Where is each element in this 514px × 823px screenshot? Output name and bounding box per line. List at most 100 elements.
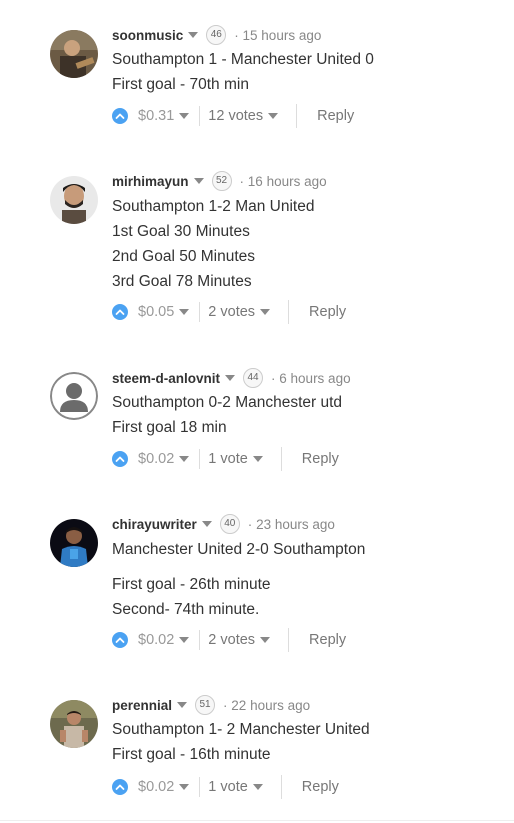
reputation-badge: 51 xyxy=(195,695,216,715)
photo-avatar-icon xyxy=(50,30,98,78)
author-name[interactable]: steem-d-anlovnit xyxy=(112,371,220,386)
chevron-down-icon[interactable] xyxy=(225,375,236,381)
timestamp[interactable]: · 22 hours ago xyxy=(223,698,310,713)
time-text: 16 hours ago xyxy=(247,173,327,189)
comment-line: 1st Goal 30 Minutes xyxy=(112,223,250,240)
upvote-chevron-icon xyxy=(115,456,125,462)
reply-button[interactable]: Reply xyxy=(309,632,346,648)
timestamp[interactable]: · 15 hours ago xyxy=(234,28,321,43)
chevron-down-icon[interactable] xyxy=(179,637,190,643)
comment-line: Southampton 1-2 Man United xyxy=(112,198,315,215)
reputation-badge: 46 xyxy=(206,25,227,45)
reputation-badge: 40 xyxy=(219,514,240,534)
comment-line: Southampton 1 - Manchester United 0 xyxy=(112,51,374,68)
votes-count[interactable]: 1 vote xyxy=(208,451,248,467)
payout-value[interactable]: $0.02 xyxy=(138,632,174,648)
timestamp[interactable]: · 6 hours ago xyxy=(271,371,351,386)
avatar[interactable] xyxy=(50,30,98,78)
upvote-chevron-icon xyxy=(115,309,125,315)
chevron-down-icon[interactable] xyxy=(179,113,190,119)
avatar[interactable] xyxy=(50,176,98,224)
chevron-down-icon[interactable] xyxy=(193,178,204,184)
photo-avatar-icon xyxy=(50,176,98,224)
reply-button[interactable]: Reply xyxy=(317,108,354,124)
time-text: 22 hours ago xyxy=(231,697,311,713)
divider xyxy=(199,777,201,797)
author-name[interactable]: mirhimayun xyxy=(112,174,189,189)
comment-line: Second- 74th minute. xyxy=(112,601,260,618)
divider xyxy=(288,300,290,324)
time-text: 23 hours ago xyxy=(256,516,335,532)
author-name[interactable]: perennial xyxy=(112,698,172,713)
reply-button[interactable]: Reply xyxy=(309,304,346,320)
payout-value[interactable]: $0.31 xyxy=(138,108,174,124)
payout-value[interactable]: $0.05 xyxy=(138,304,174,320)
upvote-button[interactable] xyxy=(112,108,128,124)
photo-avatar-icon xyxy=(50,519,98,567)
reply-button[interactable]: Reply xyxy=(302,451,339,467)
chevron-down-icon[interactable] xyxy=(188,32,199,38)
comment-footer: $0.02 1 vote Reply xyxy=(112,775,339,799)
comment-line: Southampton 1- 2 Manchester United xyxy=(112,721,370,738)
comment-line: First goal 18 min xyxy=(112,419,227,436)
chevron-down-icon[interactable] xyxy=(252,456,263,462)
chevron-down-icon[interactable] xyxy=(268,113,279,119)
upvote-chevron-icon xyxy=(115,113,125,119)
chevron-down-icon[interactable] xyxy=(179,784,190,790)
upvote-button[interactable] xyxy=(112,779,128,795)
timestamp[interactable]: · 16 hours ago xyxy=(240,174,327,189)
dot-separator: · xyxy=(223,697,228,713)
comment-header: steem-d-anlovnit 44 · 6 hours ago xyxy=(112,368,351,388)
divider xyxy=(199,302,201,322)
chevron-down-icon[interactable] xyxy=(179,456,190,462)
divider xyxy=(199,449,201,469)
comment-header: soonmusic 46 · 15 hours ago xyxy=(112,25,321,45)
reputation-badge: 44 xyxy=(243,368,264,388)
avatar[interactable] xyxy=(50,519,98,567)
chevron-down-icon[interactable] xyxy=(201,521,212,527)
photo-avatar-icon xyxy=(50,700,98,748)
votes-count[interactable]: 2 votes xyxy=(208,304,255,320)
divider xyxy=(199,630,201,650)
divider xyxy=(288,628,290,652)
divider xyxy=(0,820,514,821)
divider xyxy=(199,106,201,126)
chevron-down-icon[interactable] xyxy=(177,702,188,708)
upvote-button[interactable] xyxy=(112,632,128,648)
chevron-down-icon[interactable] xyxy=(252,784,263,790)
votes-count[interactable]: 2 votes xyxy=(208,632,255,648)
comment-header: mirhimayun 52 · 16 hours ago xyxy=(112,171,327,191)
comment-footer: $0.02 2 votes Reply xyxy=(112,628,346,652)
upvote-chevron-icon xyxy=(115,784,125,790)
comment-line: Manchester United 2-0 Southampton xyxy=(112,541,366,558)
votes-count[interactable]: 12 votes xyxy=(208,108,263,124)
divider xyxy=(280,447,282,471)
chevron-down-icon[interactable] xyxy=(260,637,271,643)
reputation-badge: 52 xyxy=(211,171,232,191)
comment-header: chirayuwriter 40 · 23 hours ago xyxy=(112,514,335,534)
dot-separator: · xyxy=(271,370,276,386)
upvote-chevron-icon xyxy=(115,637,125,643)
comment-line: First goal - 16th minute xyxy=(112,746,271,763)
time-text: 6 hours ago xyxy=(279,370,351,386)
comment-line: 2nd Goal 50 Minutes xyxy=(112,248,256,265)
comment-footer: $0.02 1 vote Reply xyxy=(112,447,339,471)
chevron-down-icon[interactable] xyxy=(179,309,190,315)
author-name[interactable]: soonmusic xyxy=(112,28,183,43)
comment-line: Southampton 0-2 Manchester utd xyxy=(112,394,343,411)
upvote-button[interactable] xyxy=(112,451,128,467)
reply-button[interactable]: Reply xyxy=(302,779,339,795)
comment-footer: $0.05 2 votes Reply xyxy=(112,300,346,324)
comment-line: First goal - 26th minute xyxy=(112,576,271,593)
divider xyxy=(280,775,282,799)
avatar[interactable] xyxy=(50,372,98,420)
author-name[interactable]: chirayuwriter xyxy=(112,517,197,532)
avatar[interactable] xyxy=(50,700,98,748)
payout-value[interactable]: $0.02 xyxy=(138,779,174,795)
timestamp[interactable]: · 23 hours ago xyxy=(248,517,335,532)
votes-count[interactable]: 1 vote xyxy=(208,779,248,795)
chevron-down-icon[interactable] xyxy=(260,309,271,315)
upvote-button[interactable] xyxy=(112,304,128,320)
payout-value[interactable]: $0.02 xyxy=(138,451,174,467)
comment-line: First goal - 70th min xyxy=(112,76,249,93)
